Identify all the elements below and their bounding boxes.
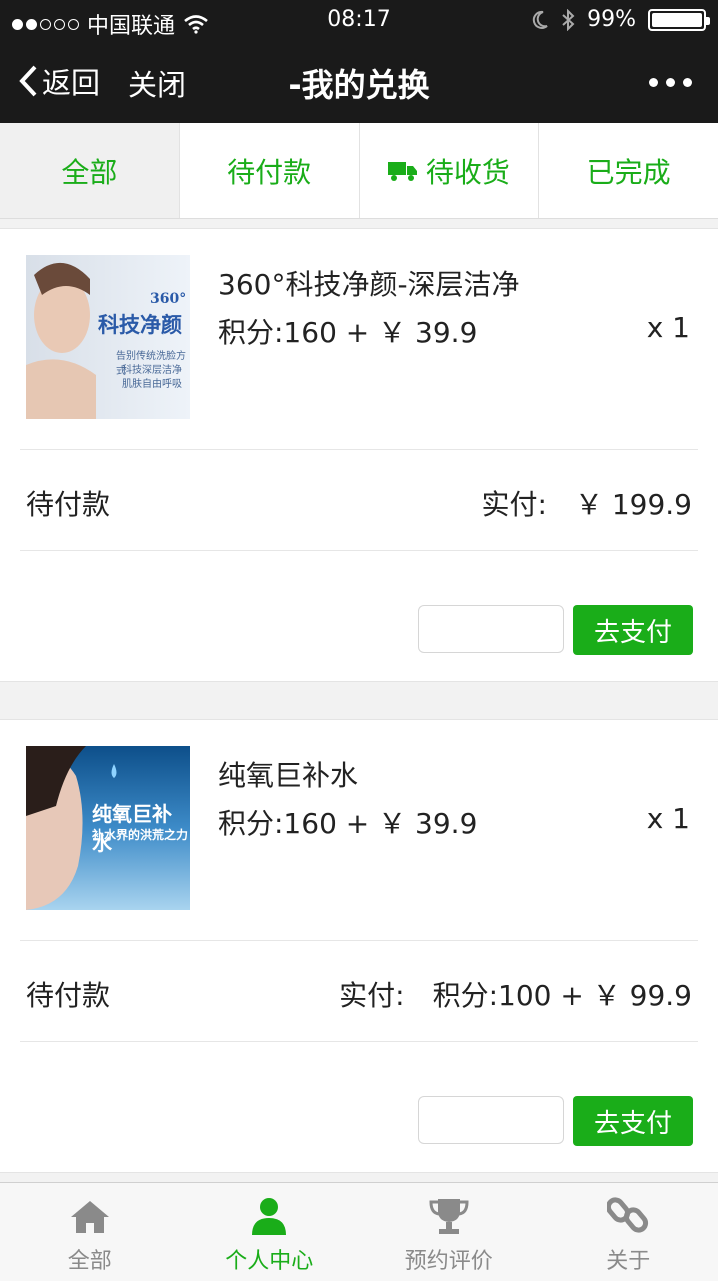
tabbar-item-reviews[interactable]: 预约评价	[359, 1183, 539, 1281]
paid-amount: 实付: 积分:100 + ￥ 99.9	[339, 974, 692, 1014]
order-status: 待付款	[26, 974, 110, 1014]
bottom-tab-bar: 全部 个人中心 预约评价 关于	[0, 1182, 718, 1281]
paid-value: 积分:100 + ￥ 99.9	[433, 979, 692, 1012]
tab-all[interactable]: 全部	[0, 123, 180, 218]
bluetooth-icon	[561, 9, 575, 31]
paid-label: 实付:	[339, 979, 404, 1012]
moon-icon	[531, 10, 549, 30]
more-dot-icon	[649, 78, 658, 87]
order-filter-tabs: 全部 待付款 待收货 已完成	[0, 123, 718, 219]
paid-label: 实付:	[482, 488, 547, 521]
tab-completed[interactable]: 已完成	[539, 123, 718, 218]
tabbar-label: 关于	[606, 1243, 650, 1275]
product-price: 积分:160 + ￥ 39.9	[218, 802, 477, 842]
top-bar: 中国联通 08:17 99% 返回 关闭	[0, 0, 718, 123]
tabbar-label: 个人中心	[225, 1243, 313, 1275]
order-item[interactable]: 360° 科技净颜 告别传统洗脸方式 科技深层洁净 肌肤自由呼吸 360°科技净…	[0, 229, 718, 449]
product-quantity: x 1	[647, 311, 690, 344]
secondary-action-button[interactable]	[418, 605, 564, 653]
tab-label: 全部	[61, 151, 117, 191]
thumbnail-headline: 科技净颜	[98, 309, 182, 339]
page-title: -我的兑换	[0, 60, 718, 106]
thumbnail-line: 科技深层洁净	[122, 361, 182, 376]
thumbnail-subline: 补水界的洪荒之力	[92, 826, 188, 843]
tabbar-label: 全部	[68, 1243, 112, 1275]
order-status: 待付款	[26, 483, 110, 523]
nav-bar: 返回 关闭 -我的兑换	[0, 40, 718, 123]
order-summary-row: 待付款 实付: 积分:100 + ￥ 99.9	[0, 941, 718, 1041]
tab-pending-receipt[interactable]: 待收货	[360, 123, 540, 218]
home-icon	[69, 1199, 111, 1235]
more-button[interactable]	[649, 78, 692, 87]
truck-icon	[388, 160, 418, 182]
more-dot-icon	[683, 78, 692, 87]
order-item[interactable]: 纯氧巨补水 补水界的洪荒之力 纯氧巨补水 积分:160 + ￥ 39.9 x 1	[0, 720, 718, 940]
battery-icon	[648, 9, 706, 31]
product-quantity: x 1	[647, 802, 690, 835]
product-name[interactable]: 360°科技净颜-深层洁净	[218, 263, 520, 303]
link-icon	[607, 1195, 649, 1235]
tabbar-item-all[interactable]: 全部	[0, 1183, 180, 1281]
pay-button[interactable]: 去支付	[573, 1096, 693, 1146]
order-summary-row: 待付款 实付: ￥ 199.9	[0, 450, 718, 550]
status-bar: 中国联通 08:17 99%	[0, 0, 718, 40]
thumbnail-badge: 360°	[150, 291, 186, 307]
order-card: 纯氧巨补水 补水界的洪荒之力 纯氧巨补水 积分:160 + ￥ 39.9 x 1…	[0, 719, 718, 1173]
tab-pending-payment[interactable]: 待付款	[180, 123, 360, 218]
product-name[interactable]: 纯氧巨补水	[218, 754, 358, 794]
battery-percent: 99%	[587, 7, 636, 32]
tab-label: 待收货	[426, 151, 510, 191]
tab-label: 待付款	[227, 151, 311, 191]
tabbar-item-about[interactable]: 关于	[539, 1183, 718, 1281]
tabbar-item-profile[interactable]: 个人中心	[180, 1183, 360, 1281]
secondary-action-button[interactable]	[418, 1096, 564, 1144]
pay-button[interactable]: 去支付	[573, 605, 693, 655]
tab-label: 已完成	[587, 151, 671, 191]
paid-amount: 实付: ￥ 199.9	[482, 483, 693, 523]
product-price: 积分:160 + ￥ 39.9	[218, 311, 477, 351]
more-dot-icon	[666, 78, 675, 87]
product-thumbnail[interactable]: 360° 科技净颜 告别传统洗脸方式 科技深层洁净 肌肤自由呼吸	[26, 255, 190, 419]
tabbar-label: 预约评价	[405, 1243, 493, 1275]
user-icon	[249, 1197, 289, 1235]
order-actions: 去支付	[0, 551, 718, 681]
order-actions: 去支付	[0, 1042, 718, 1172]
trophy-icon	[427, 1197, 471, 1235]
paid-value: ￥ 199.9	[575, 488, 692, 521]
thumbnail-line: 肌肤自由呼吸	[122, 375, 182, 390]
product-thumbnail[interactable]: 纯氧巨补水 补水界的洪荒之力	[26, 746, 190, 910]
order-card: 360° 科技净颜 告别传统洗脸方式 科技深层洁净 肌肤自由呼吸 360°科技净…	[0, 228, 718, 682]
